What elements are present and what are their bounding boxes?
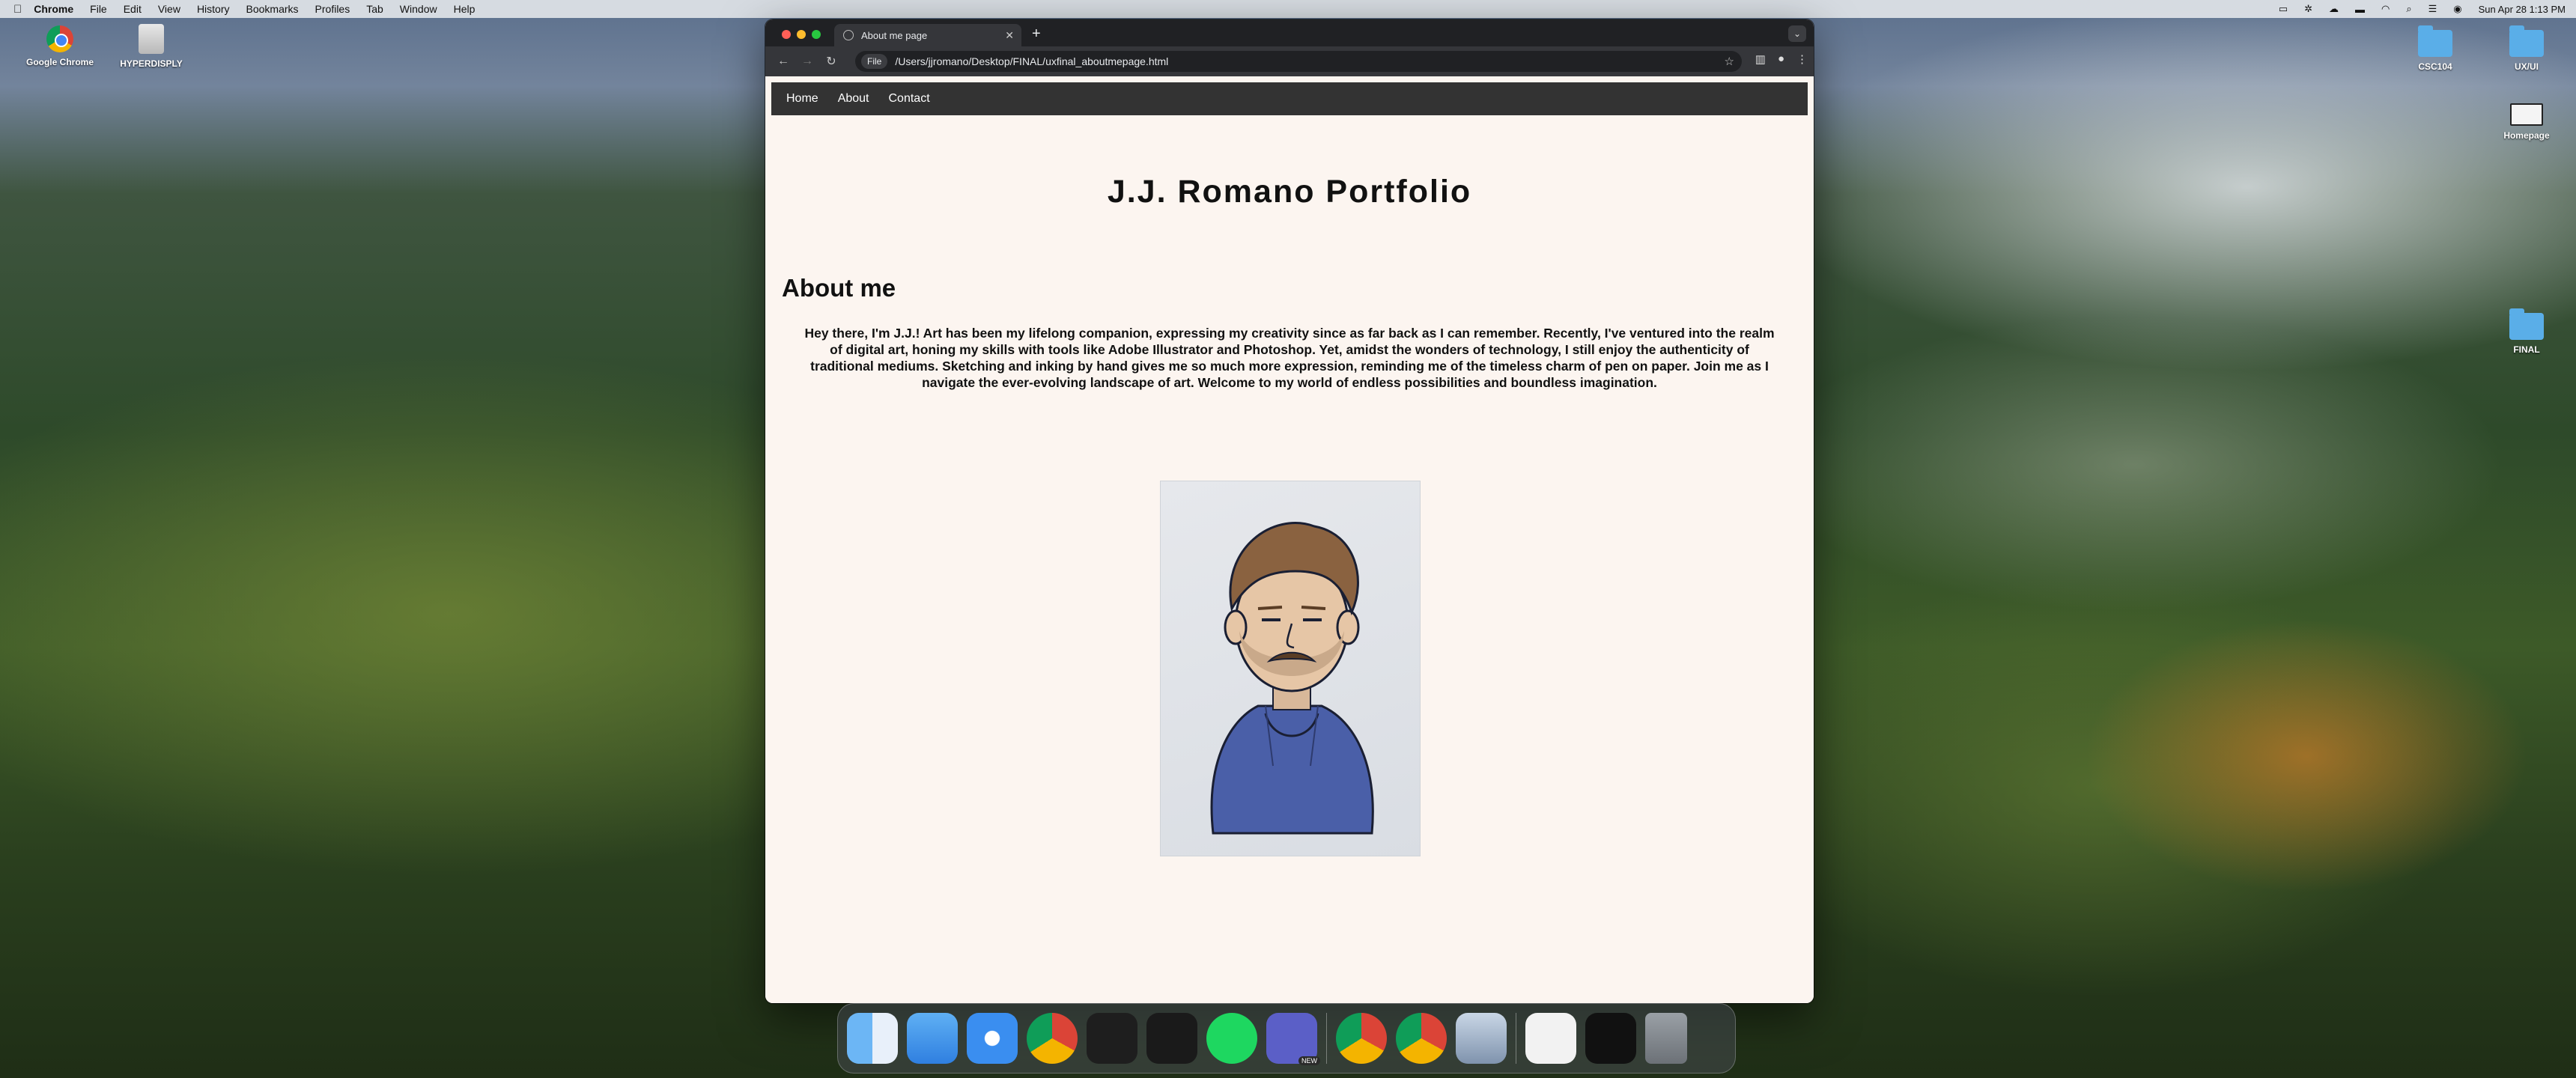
nav-link-about[interactable]: About	[838, 92, 869, 106]
site-navbar: Home About Contact	[771, 82, 1808, 115]
desktop-icon-label: Homepage	[2503, 130, 2550, 141]
menu-item-file[interactable]: File	[90, 3, 107, 15]
desktop-icon-ux-ui[interactable]: UX/UI	[2482, 25, 2572, 72]
chrome-icon	[46, 25, 73, 52]
minimize-window-button[interactable]	[797, 30, 806, 39]
folder-icon	[2418, 25, 2452, 57]
desktop-icon-label: FINAL	[2513, 344, 2540, 355]
tab-about-me-page[interactable]: About me page ✕	[834, 24, 1021, 46]
spotlight-search-icon[interactable]: ⌕	[2406, 3, 2411, 15]
menu-item-help[interactable]: Help	[454, 3, 476, 15]
zoom-window-button[interactable]	[812, 30, 821, 39]
desktop-icon-label: Google Chrome	[25, 57, 94, 67]
battery-icon[interactable]: ▬	[2355, 4, 2365, 15]
menu-item-window[interactable]: Window	[400, 3, 437, 15]
dock: NEW	[837, 1003, 1736, 1074]
nav-link-home[interactable]: Home	[786, 92, 818, 106]
menu-bar:  Chrome File Edit View History Bookmark…	[0, 0, 2576, 18]
menu-item-bookmarks[interactable]: Bookmarks	[246, 3, 299, 15]
globe-icon	[843, 30, 854, 40]
trash-icon[interactable]	[1645, 1013, 1687, 1064]
teams-icon[interactable]: NEW	[1266, 1013, 1320, 1065]
side-panel-icon[interactable]: ▥	[1755, 52, 1766, 66]
desktop-icon-label: HYPERDISPLY	[120, 58, 183, 69]
desktop-wallpaper:  Chrome File Edit View History Bookmark…	[0, 0, 2576, 1078]
terminal-thumbnail-icon[interactable]	[1585, 1013, 1636, 1064]
document-thumbnail-icon[interactable]	[1525, 1013, 1576, 1064]
desktop-icon-homepage[interactable]: Homepage	[2482, 103, 2572, 141]
tab-search-button[interactable]: ⌄	[1788, 25, 1806, 42]
menu-item-history[interactable]: History	[197, 3, 230, 15]
profile-icon[interactable]: ●	[1778, 52, 1784, 66]
chrome-icon[interactable]	[1336, 1013, 1387, 1064]
site-info-chip[interactable]: File	[861, 54, 888, 69]
close-window-button[interactable]	[782, 30, 791, 39]
about-heading: About me	[782, 274, 896, 302]
web-page: Home About Contact J.J. Romano Portfolio…	[765, 76, 1814, 1003]
back-arrow-icon[interactable]: ←	[771, 55, 795, 68]
safari-icon[interactable]	[967, 1013, 1018, 1064]
menu-item-edit[interactable]: Edit	[124, 3, 142, 15]
control-center-icon[interactable]: ☰	[2428, 3, 2437, 15]
bookmark-star-icon[interactable]: ☆	[1725, 55, 1734, 68]
figma-icon[interactable]	[1146, 1013, 1197, 1064]
desktop-icon-label: UX/UI	[2514, 61, 2539, 72]
address-bar[interactable]: File /Users/jjromano/Desktop/FINAL/uxfin…	[855, 51, 1742, 72]
mail-icon[interactable]	[907, 1013, 958, 1064]
status-icon[interactable]: ✲	[2304, 3, 2312, 15]
url-text[interactable]: /Users/jjromano/Desktop/FINAL/uxfinal_ab…	[895, 55, 1168, 67]
desktop-icon-hyperdisply[interactable]: HYPERDISPLY	[106, 24, 196, 69]
menu-item-view[interactable]: View	[158, 3, 180, 15]
new-tab-button[interactable]: +	[1032, 25, 1041, 43]
desktop-icon-google-chrome[interactable]: Google Chrome	[15, 25, 105, 67]
vscode-icon[interactable]	[1087, 1013, 1137, 1064]
screen-record-icon[interactable]: ▭	[2279, 3, 2288, 15]
spotify-icon[interactable]	[1206, 1013, 1257, 1064]
forward-arrow-icon[interactable]: →	[795, 55, 819, 68]
preview-icon[interactable]	[1456, 1013, 1507, 1064]
chrome-icon[interactable]	[1027, 1013, 1078, 1064]
desktop-icon-final[interactable]: FINAL	[2482, 308, 2572, 355]
screenshot-thumbnail-icon	[2510, 103, 2543, 126]
creative-cloud-icon[interactable]: ☁	[2329, 3, 2339, 15]
close-tab-icon[interactable]: ✕	[1005, 29, 1014, 42]
menu-clock[interactable]: Sun Apr 28 1:13 PM	[2479, 4, 2566, 15]
finder-icon[interactable]	[847, 1013, 898, 1064]
folder-icon	[2509, 25, 2544, 57]
browser-toolbar: ← → ↻ File /Users/jjromano/Desktop/FINAL…	[765, 46, 1814, 76]
desktop-icon-csc104[interactable]: CSC104	[2390, 25, 2480, 72]
menu-item-profiles[interactable]: Profiles	[315, 3, 350, 15]
chrome-window: About me page ✕ + ⌄ ← → ↻ File /Users/jj…	[765, 19, 1814, 1003]
self-portrait-image	[1160, 481, 1421, 856]
siri-icon[interactable]: ◉	[2453, 3, 2461, 15]
reload-icon[interactable]: ↻	[819, 54, 843, 69]
wifi-icon[interactable]: ◠	[2381, 3, 2390, 15]
desktop-icon-label: CSC104	[2418, 61, 2452, 72]
apple-menu-icon[interactable]: 	[13, 3, 22, 16]
new-badge: NEW	[1298, 1056, 1320, 1065]
disk-icon	[139, 24, 164, 54]
menu-item-tab[interactable]: Tab	[366, 3, 383, 15]
dock-separator	[1326, 1013, 1327, 1064]
chrome-icon[interactable]	[1396, 1013, 1447, 1064]
about-paragraph: Hey there, I'm J.J.! Art has been my lif…	[804, 326, 1775, 390]
tab-strip: About me page ✕ + ⌄	[765, 19, 1814, 46]
menu-item-chrome[interactable]: Chrome	[34, 3, 73, 15]
more-menu-icon[interactable]: ⋮	[1796, 52, 1808, 66]
tab-title: About me page	[861, 29, 928, 41]
folder-icon	[2509, 308, 2544, 340]
nav-link-contact[interactable]: Contact	[889, 92, 930, 106]
page-title: J.J. Romano Portfolio	[1107, 174, 1472, 210]
